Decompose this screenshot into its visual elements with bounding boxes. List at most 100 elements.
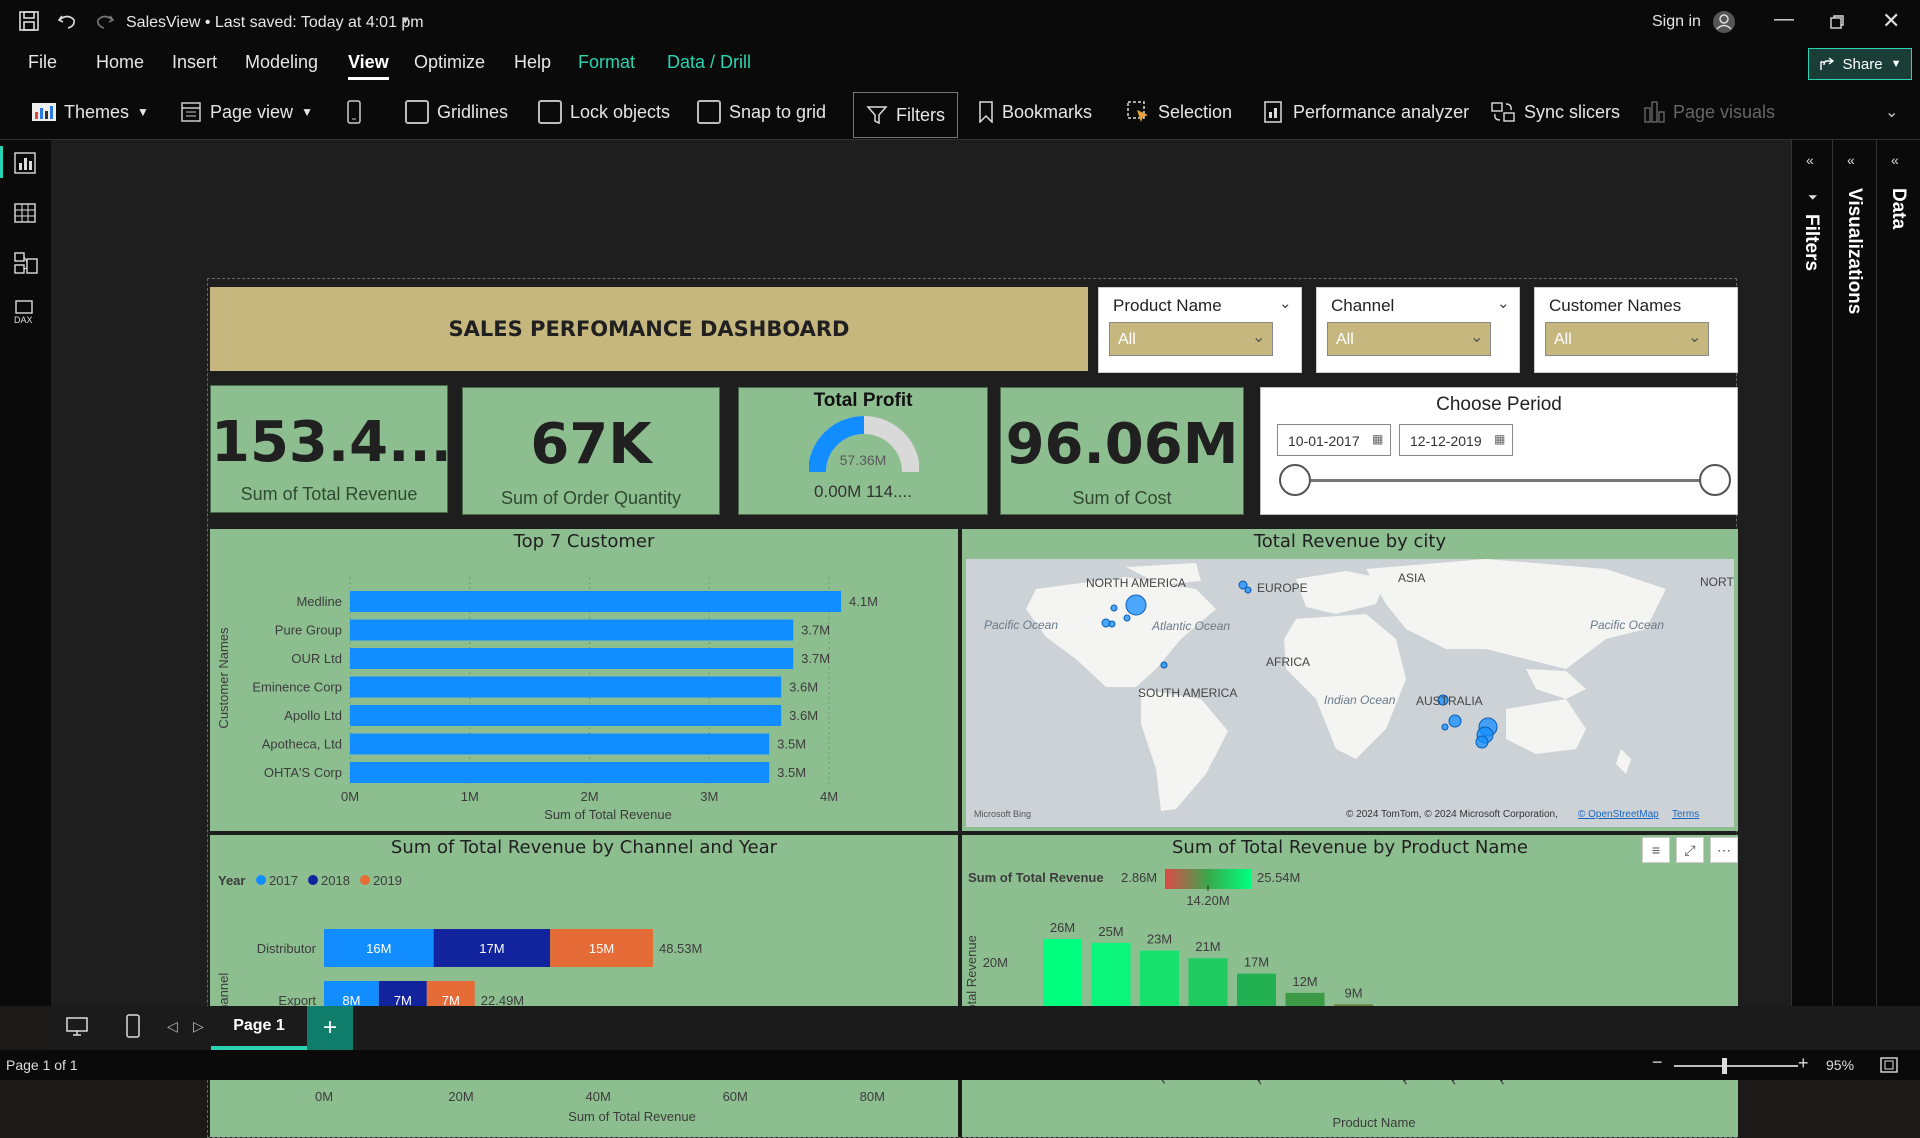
legend-marker[interactable]	[360, 875, 370, 885]
file-title[interactable]: SalesView • Last saved: Today at 4:01 pm	[126, 14, 424, 32]
channel-dropdown[interactable]: All ⌄	[1327, 322, 1491, 356]
menu-optimize[interactable]: Optimize	[414, 52, 485, 73]
city-bubble[interactable]	[1160, 661, 1168, 669]
report-view-icon[interactable]	[14, 152, 36, 174]
menu-home[interactable]: Home	[96, 52, 144, 73]
redo-icon[interactable]	[94, 10, 116, 32]
title-chevron-icon[interactable]: ▾	[402, 12, 409, 28]
city-bubble[interactable]	[1125, 594, 1147, 616]
menu-file[interactable]: File	[28, 52, 57, 73]
city-bubble[interactable]	[1441, 723, 1449, 731]
page-view-button[interactable]: Page view ▼	[180, 84, 313, 140]
next-page-icon[interactable]: ▷	[193, 1018, 204, 1035]
city-bubble[interactable]	[1448, 714, 1462, 728]
filters-pane-collapsed[interactable]: « ⏷ Filters	[1791, 140, 1832, 1006]
zoom-slider-thumb[interactable]	[1722, 1058, 1727, 1074]
menu-view[interactable]: View	[348, 52, 389, 80]
filters-pane-label[interactable]: Filters	[1800, 214, 1822, 271]
bar[interactable]	[350, 619, 794, 641]
city-bubble[interactable]	[1108, 620, 1116, 628]
openstreetmap-link[interactable]: © OpenStreetMap	[1578, 809, 1659, 820]
dax-query-view-icon[interactable]: DAX	[12, 300, 38, 324]
performance-analyzer-button[interactable]: Performance analyzer	[1263, 84, 1469, 140]
selection-button[interactable]: Selection	[1126, 84, 1232, 140]
product-name-dropdown[interactable]: All ⌄	[1109, 322, 1273, 356]
bar[interactable]	[350, 705, 782, 726]
save-icon[interactable]	[18, 10, 40, 32]
menu-modeling[interactable]: Modeling	[245, 52, 318, 73]
chevron-down-icon[interactable]: ⌄	[1497, 294, 1510, 312]
table-view-icon[interactable]	[14, 202, 36, 224]
snap-to-grid-checkbox[interactable]: Snap to grid	[697, 84, 826, 140]
expand-filters-icon[interactable]: «	[1806, 152, 1814, 168]
bookmarks-button[interactable]: Bookmarks	[978, 84, 1092, 140]
phone-icon	[347, 100, 361, 124]
expand-visualizations-icon[interactable]: «	[1847, 152, 1855, 168]
customer-names-dropdown[interactable]: All ⌄	[1545, 322, 1709, 356]
visualizations-pane-label[interactable]: Visualizations	[1843, 188, 1865, 314]
x-tick-label: 40M	[585, 1089, 610, 1104]
data-label: 25M	[1098, 924, 1123, 939]
zoom-level[interactable]: 95%	[1826, 1057, 1854, 1073]
bar[interactable]	[350, 591, 842, 612]
channel-slicer[interactable]: Channel ⌄ All ⌄	[1316, 287, 1520, 373]
minimize-icon[interactable]: —	[1774, 8, 1794, 31]
undo-icon[interactable]	[56, 10, 78, 32]
legend-label[interactable]: 2017	[269, 873, 298, 888]
share-button[interactable]: Share ▼	[1808, 48, 1912, 80]
terms-link[interactable]: Terms	[1672, 809, 1699, 820]
legend-marker[interactable]	[256, 875, 266, 885]
sign-in-link[interactable]: Sign in	[1652, 13, 1701, 31]
visualizations-pane-collapsed[interactable]: « Visualizations	[1832, 140, 1876, 1006]
lock-objects-checkbox[interactable]: Lock objects	[538, 84, 670, 140]
themes-button[interactable]: Themes ▼	[32, 84, 149, 140]
legend-marker[interactable]	[308, 875, 318, 885]
add-page-button[interactable]: +	[307, 1006, 353, 1050]
zoom-in-icon[interactable]: +	[1798, 1053, 1809, 1074]
data-pane-label[interactable]: Data	[1887, 188, 1909, 229]
ribbon-expand-icon[interactable]: ⌄	[1885, 102, 1898, 122]
bar[interactable]	[350, 648, 794, 669]
cost-kpi-card: 96.06M Sum of Cost	[1000, 387, 1244, 515]
zoom-slider-track[interactable]	[1674, 1065, 1798, 1067]
data-label: 23M	[1147, 932, 1172, 947]
city-bubble[interactable]	[1110, 604, 1118, 612]
desktop-layout-icon[interactable]	[65, 1016, 89, 1038]
product-name-slicer[interactable]: Product Name ⌄ All ⌄	[1098, 287, 1302, 373]
tab-page-1[interactable]: Page 1	[211, 1006, 307, 1050]
zoom-out-icon[interactable]: −	[1652, 1052, 1663, 1073]
user-avatar-icon[interactable]	[1712, 10, 1736, 34]
mobile-layout-button[interactable]	[346, 84, 362, 140]
period-start-handle[interactable]	[1279, 464, 1311, 496]
data-pane-collapsed[interactable]: « Data	[1876, 140, 1920, 1006]
menu-data-drill[interactable]: Data / Drill	[667, 52, 751, 73]
previous-page-icon[interactable]: ◁	[167, 1018, 178, 1035]
fit-to-page-icon[interactable]	[1880, 1057, 1898, 1073]
revenue-map[interactable]: NORTH AMERICA EUROPE ASIA NORT Pacific O…	[966, 559, 1734, 827]
city-bubble[interactable]	[1244, 586, 1252, 594]
chevron-down-icon[interactable]: ⌄	[1279, 294, 1292, 312]
menu-format[interactable]: Format	[578, 52, 635, 73]
menu-insert[interactable]: Insert	[172, 52, 217, 73]
legend-label[interactable]: 2018	[321, 873, 350, 888]
close-icon[interactable]: ✕	[1882, 8, 1900, 34]
customer-names-slicer[interactable]: Customer Names All ⌄	[1534, 287, 1738, 373]
start-date-input[interactable]: 10-01-2017 ▦	[1277, 424, 1391, 456]
period-end-handle[interactable]	[1699, 464, 1731, 496]
sync-slicers-button[interactable]: Sync slicers	[1490, 84, 1620, 140]
end-date-input[interactable]: 12-12-2019 ▦	[1399, 424, 1513, 456]
mobile-layout-icon[interactable]	[125, 1014, 141, 1038]
bar[interactable]	[350, 676, 782, 698]
gridlines-checkbox[interactable]: Gridlines	[405, 84, 508, 140]
legend-label[interactable]: 2019	[373, 873, 402, 888]
x-tick-label: 3M	[700, 789, 718, 804]
expand-data-icon[interactable]: «	[1891, 152, 1899, 168]
bar[interactable]	[350, 762, 770, 783]
city-bubble[interactable]	[1123, 614, 1131, 622]
model-view-icon[interactable]	[14, 252, 38, 274]
restore-icon[interactable]	[1830, 15, 1844, 29]
menu-help[interactable]: Help	[514, 52, 551, 73]
bar[interactable]	[350, 733, 770, 755]
filters-button[interactable]: Filters	[853, 92, 958, 138]
city-bubble[interactable]	[1475, 735, 1489, 749]
